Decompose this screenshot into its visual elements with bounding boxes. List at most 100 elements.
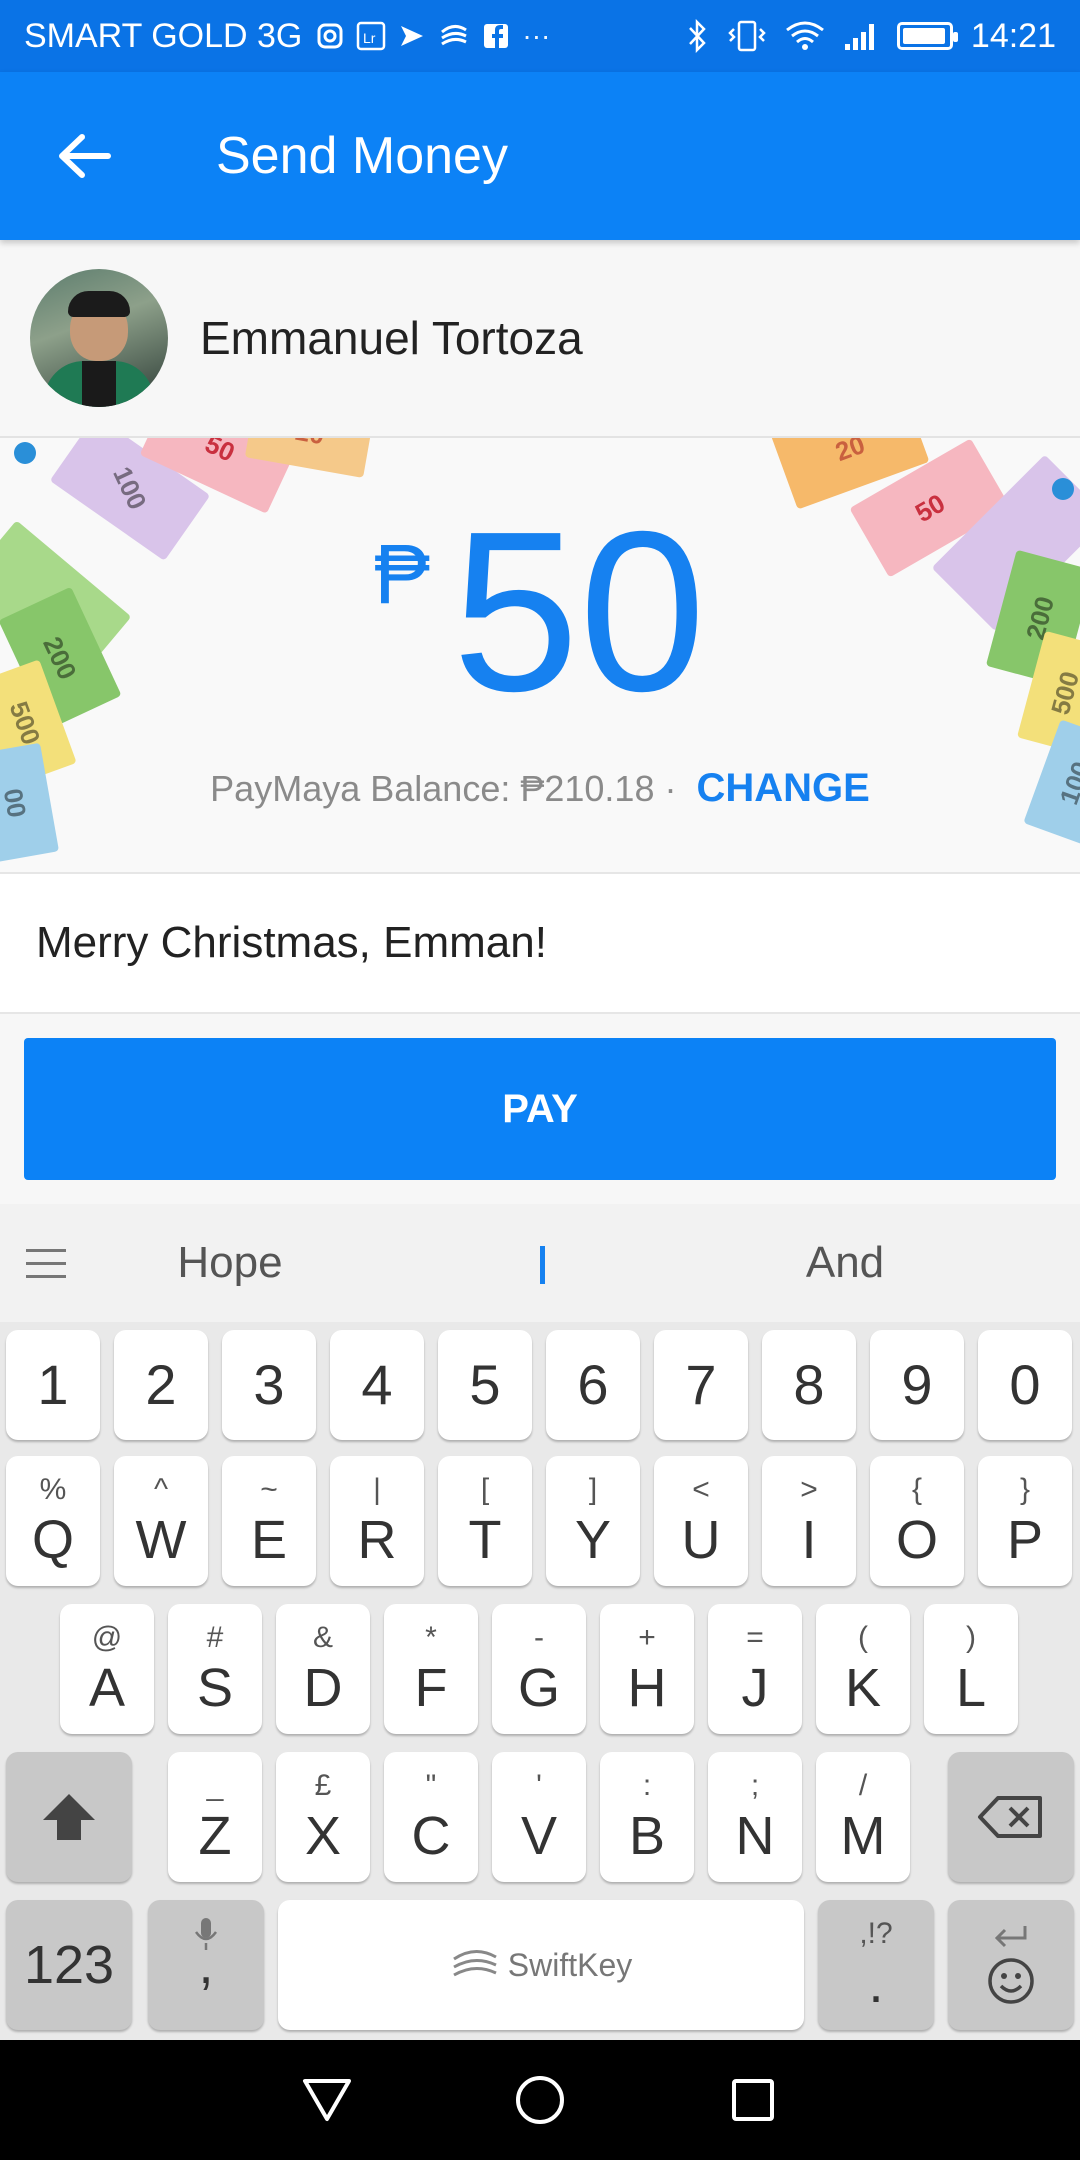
comma-mic-key[interactable]: , bbox=[148, 1900, 264, 2030]
status-bar: SMART GOLD 3G Lr ··· 14:21 bbox=[0, 0, 1080, 72]
key-4[interactable]: 4 bbox=[330, 1330, 424, 1440]
key-label: I bbox=[801, 1510, 817, 1570]
key-x[interactable]: £ X bbox=[276, 1752, 370, 1882]
key-alt-label: : bbox=[642, 1769, 652, 1802]
key-b[interactable]: :B bbox=[600, 1752, 694, 1882]
key-alt-label: ) bbox=[966, 1621, 976, 1654]
key-alt-label: > bbox=[800, 1473, 818, 1506]
pay-button[interactable]: PAY bbox=[24, 1038, 1056, 1180]
key-alt-label: " bbox=[425, 1769, 437, 1802]
key-t[interactable]: [T bbox=[438, 1456, 532, 1586]
key-v[interactable]: ' V bbox=[492, 1752, 586, 1882]
key-l[interactable]: ) L bbox=[924, 1604, 1018, 1734]
key-2[interactable]: 2 bbox=[114, 1330, 208, 1440]
key-alt-label: & bbox=[312, 1621, 333, 1654]
suggestion-bar: Hope And bbox=[0, 1204, 1080, 1322]
key-f[interactable]: * F bbox=[384, 1604, 478, 1734]
key-alt-label: < bbox=[692, 1473, 710, 1506]
square-recents-icon bbox=[732, 2079, 775, 2121]
key-label: K bbox=[844, 1658, 882, 1718]
key-r[interactable]: | R bbox=[330, 1456, 424, 1586]
messenger-icon bbox=[401, 26, 424, 46]
key-h[interactable]: + H bbox=[600, 1604, 694, 1734]
back-nav-button[interactable] bbox=[287, 2060, 367, 2140]
key-label: F bbox=[414, 1658, 448, 1718]
key-z[interactable]: _ Z bbox=[168, 1752, 262, 1882]
shift-key[interactable] bbox=[6, 1752, 132, 1882]
change-source-link[interactable]: CHANGE bbox=[696, 766, 869, 810]
balance-label: PayMaya Balance: ₱210.18 · bbox=[210, 768, 677, 809]
key-i[interactable]: > I bbox=[762, 1456, 856, 1586]
key-c[interactable]: " C bbox=[384, 1752, 478, 1882]
key-n[interactable]: ; N bbox=[708, 1752, 802, 1882]
suggestion-center-marker bbox=[540, 1246, 545, 1284]
facebook-icon bbox=[484, 24, 509, 48]
vibrate-icon bbox=[728, 20, 766, 52]
key-e[interactable]: ~ E bbox=[222, 1456, 316, 1586]
key-w[interactable]: ^ W bbox=[114, 1456, 208, 1586]
swiftkey-logo-icon bbox=[452, 1950, 497, 1977]
key-alt-label: ; bbox=[750, 1769, 760, 1802]
key-label: X bbox=[304, 1806, 342, 1866]
key-alt-label: ] bbox=[588, 1473, 598, 1506]
amount-value: 50 bbox=[452, 485, 706, 739]
key-label: T bbox=[468, 1510, 502, 1570]
suggestion-left[interactable]: Hope bbox=[100, 1204, 360, 1322]
recents-nav-button[interactable] bbox=[713, 2060, 793, 2140]
bluetooth-icon bbox=[688, 19, 706, 53]
currency-symbol: ₱ bbox=[374, 527, 431, 621]
key-alt-label: / bbox=[858, 1769, 868, 1802]
shift-icon bbox=[43, 1794, 95, 1840]
key-m[interactable]: / M bbox=[816, 1752, 910, 1882]
key-o[interactable]: {O bbox=[870, 1456, 964, 1586]
key-label: R bbox=[357, 1510, 397, 1570]
key-label: 7 bbox=[685, 1353, 717, 1416]
key-p[interactable]: } P bbox=[978, 1456, 1072, 1586]
key-alt-label: % bbox=[39, 1473, 67, 1506]
key-5[interactable]: 5 bbox=[438, 1330, 532, 1440]
space-bar[interactable]: SwiftKey bbox=[278, 1900, 804, 2030]
key-label: A bbox=[88, 1658, 126, 1718]
enter-emoji-key[interactable] bbox=[948, 1900, 1074, 2030]
keyboard-menu-icon[interactable] bbox=[0, 1204, 92, 1322]
message-input[interactable]: Merry Christmas, Emman! bbox=[0, 874, 1080, 1014]
key-1[interactable]: 1 bbox=[6, 1330, 100, 1440]
key-d[interactable]: & D bbox=[276, 1604, 370, 1734]
key-6[interactable]: 6 bbox=[546, 1330, 640, 1440]
key-s[interactable]: # S bbox=[168, 1604, 262, 1734]
battery-icon bbox=[896, 22, 958, 50]
home-nav-button[interactable] bbox=[500, 2060, 580, 2140]
suggestion-right[interactable]: And bbox=[720, 1204, 970, 1322]
key-0[interactable]: 0 bbox=[978, 1330, 1072, 1440]
key-q[interactable]: % Q bbox=[6, 1456, 100, 1586]
key-3[interactable]: 3 bbox=[222, 1330, 316, 1440]
key-alt-label: ( bbox=[858, 1621, 868, 1654]
key-g[interactable]: -G bbox=[492, 1604, 586, 1734]
key-7[interactable]: 7 bbox=[654, 1330, 748, 1440]
key-label: E bbox=[250, 1510, 288, 1570]
key-u[interactable]: < U bbox=[654, 1456, 748, 1586]
key-label: S bbox=[196, 1658, 234, 1718]
key-label: 0 bbox=[1009, 1353, 1041, 1416]
key-8[interactable]: 8 bbox=[762, 1330, 856, 1440]
key-alt-label: = bbox=[746, 1621, 764, 1654]
key-label: Y bbox=[574, 1510, 612, 1570]
system-icons: 14:21 bbox=[687, 17, 1056, 56]
notification-icons: Lr ··· bbox=[316, 20, 550, 52]
key-label: 1 bbox=[37, 1353, 69, 1416]
backspace-key[interactable] bbox=[948, 1752, 1074, 1882]
key-label: 8 bbox=[793, 1353, 825, 1416]
carrier-name: SMART GOLD 3G bbox=[24, 16, 303, 55]
amount-display[interactable]: ₱ 50 bbox=[0, 498, 1080, 726]
key-label: 9 bbox=[901, 1353, 933, 1416]
numbers-key[interactable]: 123 bbox=[6, 1900, 132, 2030]
key-y[interactable]: ] Y bbox=[546, 1456, 640, 1586]
back-button[interactable] bbox=[0, 72, 168, 240]
period-key[interactable]: ,!?. bbox=[818, 1900, 934, 2030]
key-alt-label: _ bbox=[206, 1769, 224, 1802]
key-j[interactable]: = J bbox=[708, 1604, 802, 1734]
key-9[interactable]: 9 bbox=[870, 1330, 964, 1440]
backspace-icon bbox=[978, 1796, 1042, 1838]
key-a[interactable]: @ A bbox=[60, 1604, 154, 1734]
key-k[interactable]: (K bbox=[816, 1604, 910, 1734]
